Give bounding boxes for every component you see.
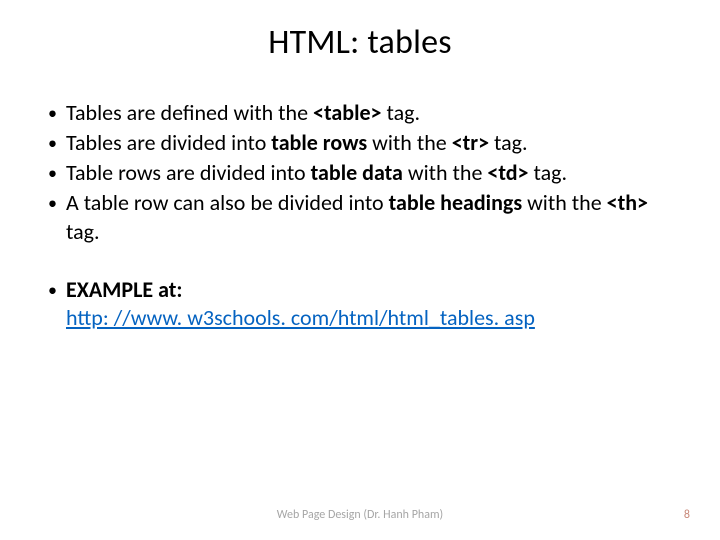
slide: HTML: tables • Tables are defined with t…	[0, 0, 720, 540]
bold-span: <td>	[487, 159, 528, 186]
bold-span: table rows	[271, 129, 367, 156]
text-span: Tables are defined with the	[66, 99, 313, 126]
bold-span: <table>	[313, 99, 381, 126]
bullet-dot-icon: •	[46, 276, 66, 302]
bullet-dot-icon: •	[46, 129, 66, 155]
slide-title: HTML: tables	[40, 22, 680, 63]
bullet-text: A table row can also be divided into tab…	[66, 189, 680, 245]
text-span: with the	[522, 189, 607, 216]
bullet-dot-icon: •	[46, 159, 66, 185]
text-span: tag.	[382, 99, 421, 126]
bold-span: <tr>	[452, 129, 489, 156]
bullet-item: • Tables are defined with the <table> ta…	[46, 99, 680, 127]
bullet-item: • EXAMPLE at: http: //www. w3schools. co…	[46, 276, 680, 332]
bold-span: table headings	[389, 189, 523, 216]
slide-content: • Tables are defined with the <table> ta…	[40, 99, 680, 332]
bullet-item: • A table row can also be divided into t…	[46, 189, 680, 245]
example-link[interactable]: http: //www. w3schools. com/html/html_ta…	[66, 304, 535, 331]
bullet-group-example: • EXAMPLE at: http: //www. w3schools. co…	[46, 276, 680, 332]
text-span: Table rows are divided into	[66, 159, 311, 186]
bullet-text: EXAMPLE at: http: //www. w3schools. com/…	[66, 276, 680, 332]
page-number: 8	[684, 508, 690, 522]
bullet-dot-icon: •	[46, 189, 66, 215]
text-span: Tables are divided into	[66, 129, 271, 156]
bullet-item: • Table rows are divided into table data…	[46, 159, 680, 187]
bold-span: <th>	[607, 189, 648, 216]
example-label: EXAMPLE at:	[66, 276, 182, 303]
text-span: tag.	[66, 218, 100, 245]
text-span: A table row can also be divided into	[66, 189, 389, 216]
text-span: tag.	[489, 129, 528, 156]
bullet-text: Tables are divided into table rows with …	[66, 129, 680, 157]
slide-footer: Web Page Design (Dr. Hanh Pham)	[0, 508, 720, 522]
text-span: tag.	[529, 159, 568, 186]
text-span: with the	[367, 129, 452, 156]
text-span: with the	[403, 159, 488, 186]
bullet-group-main: • Tables are defined with the <table> ta…	[46, 99, 680, 246]
bold-span: table data	[311, 159, 403, 186]
bullet-item: • Tables are divided into table rows wit…	[46, 129, 680, 157]
bullet-dot-icon: •	[46, 99, 66, 125]
bullet-text: Tables are defined with the <table> tag.	[66, 99, 680, 127]
bullet-text: Table rows are divided into table data w…	[66, 159, 680, 187]
